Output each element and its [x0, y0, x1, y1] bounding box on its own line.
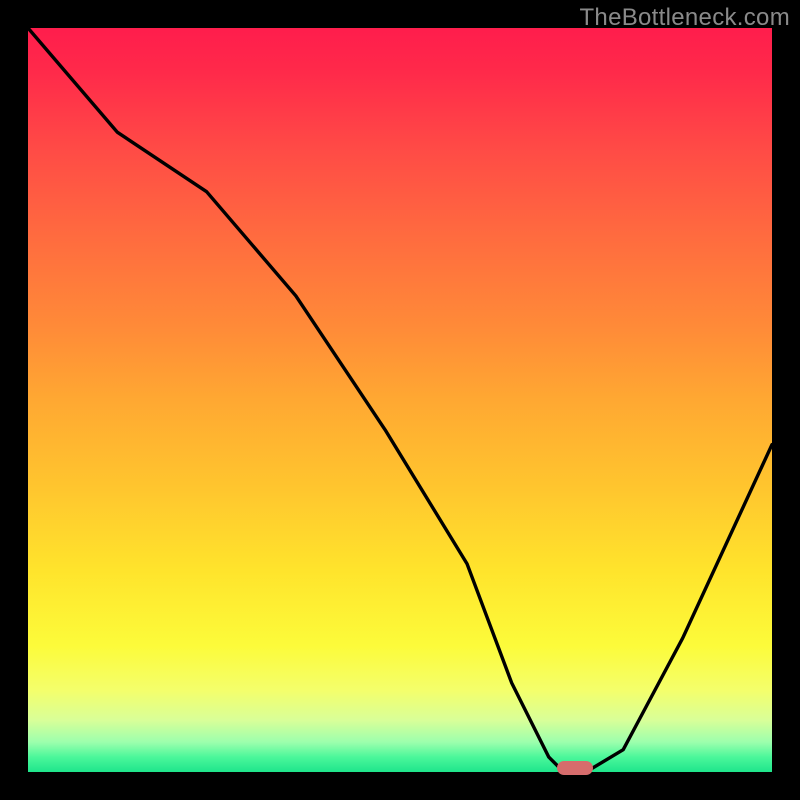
optimum-marker: [557, 761, 593, 775]
plot-background-gradient: [28, 28, 772, 772]
watermark-text: TheBottleneck.com: [579, 4, 790, 32]
chart-frame: TheBottleneck.com: [0, 0, 800, 800]
